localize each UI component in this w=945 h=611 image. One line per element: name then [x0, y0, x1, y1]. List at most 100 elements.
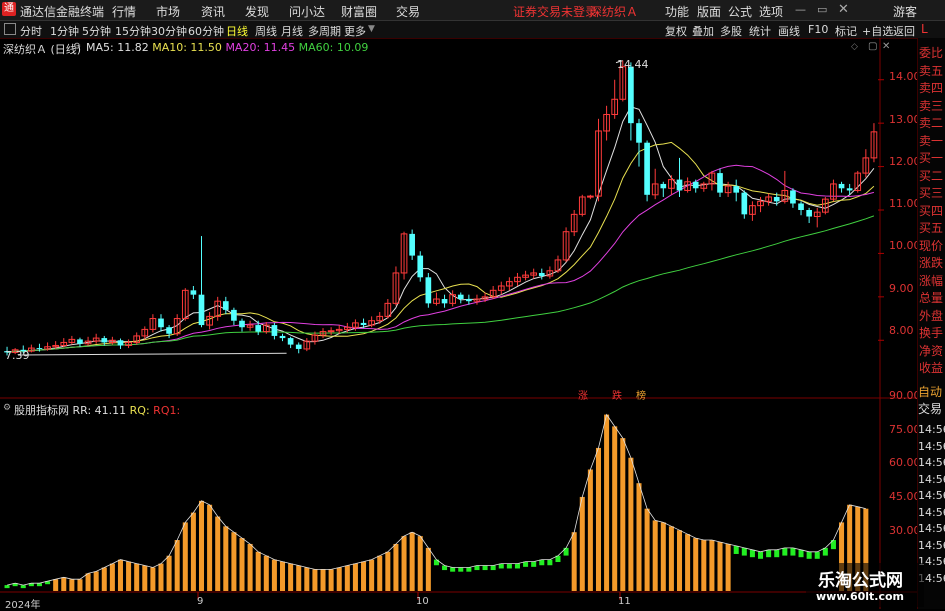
- candle-body: [457, 294, 464, 300]
- date-label: 11: [618, 596, 631, 607]
- tool-diejia[interactable]: 叠加: [692, 23, 714, 39]
- period-fenshi[interactable]: 分时: [20, 23, 42, 39]
- indicator-bar: [693, 538, 699, 591]
- marker-die[interactable]: 跌: [612, 387, 622, 402]
- quote-label-earnings: 收益: [919, 361, 944, 375]
- l-label: L: [921, 22, 928, 36]
- quote-label-outer: 外盘: [919, 308, 944, 323]
- guest-label[interactable]: 游客: [893, 3, 917, 20]
- tool-biaoji[interactable]: 标记: [835, 23, 857, 39]
- indicator-bar: [296, 565, 302, 591]
- indicator-bar: [571, 532, 577, 591]
- indicator-bar-green: [733, 545, 739, 554]
- candle-body: [733, 186, 740, 193]
- menu-item-hangqing[interactable]: 行情: [112, 3, 136, 20]
- menu-item-faxian[interactable]: 发现: [245, 3, 269, 20]
- indicator-bar: [215, 516, 221, 591]
- indicator-bar: [142, 565, 148, 591]
- indicator-bar: [401, 536, 407, 591]
- period-more[interactable]: 更多: [344, 23, 366, 39]
- indicator-bar: [385, 551, 391, 591]
- candle-body: [717, 173, 723, 193]
- price-tick: 13.00: [889, 113, 921, 126]
- indicator-bar-green: [547, 559, 553, 566]
- menu-options[interactable]: 选项: [759, 3, 783, 20]
- tick-time: 14:56: [918, 456, 945, 469]
- menu-item-wenxiaoda[interactable]: 问小达: [289, 3, 325, 20]
- candle-body: [287, 338, 294, 345]
- minimize-icon[interactable]: —: [795, 3, 806, 16]
- menu-item-zixun[interactable]: 资讯: [201, 3, 225, 20]
- indicator-bar: [117, 559, 123, 591]
- close-icon[interactable]: ✕: [838, 2, 849, 17]
- candle-body: [441, 299, 448, 304]
- trade-status: 证券交易未登录: [513, 5, 598, 19]
- period-5min[interactable]: 5分钟: [82, 23, 111, 39]
- menu-formula[interactable]: 公式: [728, 3, 752, 20]
- tool-f10[interactable]: F10: [808, 23, 828, 36]
- indicator-bar: [223, 526, 229, 591]
- indicator-rr: RR: 41.11: [72, 404, 127, 417]
- indicator-tick: 60.00: [889, 456, 921, 469]
- tool-tongji[interactable]: 统计: [749, 23, 771, 39]
- period-30min[interactable]: 30分钟: [151, 23, 187, 39]
- panel-toggle-icon[interactable]: [4, 23, 16, 35]
- quote-label-turnover: 换手: [919, 326, 944, 340]
- auto-trade-label[interactable]: 自动: [918, 384, 942, 401]
- indicator-line: [7, 413, 866, 586]
- indicator-bar: [174, 540, 180, 591]
- period-monthly[interactable]: 月线: [281, 23, 303, 39]
- period-multi[interactable]: 多周期: [308, 23, 341, 39]
- indicator-bar: [604, 414, 610, 591]
- candle-body: [846, 188, 853, 191]
- indicator-bar-green: [749, 549, 755, 558]
- indicator-bar-green: [790, 547, 796, 556]
- menu-item-jiaoyi[interactable]: 交易: [396, 3, 420, 20]
- indicator-bar: [417, 536, 423, 591]
- period-15min[interactable]: 15分钟: [115, 23, 151, 39]
- quote-panel-labels: 委比 卖五 卖四 卖三 卖二 卖一 买一 买二 买三 买四 买五 现价 涨跌 涨…: [919, 45, 943, 378]
- candle-body: [409, 233, 415, 256]
- chevron-down-icon[interactable]: ▼: [368, 24, 375, 34]
- candle-body: [117, 340, 124, 346]
- indicator-bar: [158, 563, 164, 591]
- tool-add-favorite[interactable]: +自选: [862, 23, 893, 39]
- tool-huaxian[interactable]: 画线: [778, 23, 800, 39]
- tool-back[interactable]: 返回: [893, 23, 915, 39]
- period-1min[interactable]: 1分钟: [50, 23, 79, 39]
- trade-label[interactable]: 交易: [918, 401, 942, 418]
- restore-icon[interactable]: ▭: [817, 3, 827, 16]
- indicator-bar: [93, 571, 99, 591]
- indicator-bar: [709, 540, 715, 591]
- candle-body: [77, 339, 83, 344]
- marker-bang[interactable]: 榜: [636, 387, 646, 402]
- menu-function[interactable]: 功能: [665, 3, 689, 20]
- menu-item-shichang[interactable]: 市场: [156, 3, 180, 20]
- period-weekly[interactable]: 周线: [255, 23, 277, 39]
- indicator-bar-green: [506, 563, 512, 569]
- period-daily[interactable]: 日线: [226, 23, 248, 39]
- indicator-bar: [361, 561, 367, 591]
- indicator-settings-icon[interactable]: ⚙: [3, 403, 11, 413]
- indicator-rq1: RQ1:: [153, 404, 181, 417]
- price-tick: 11.00: [889, 197, 921, 210]
- indicator-bar: [328, 569, 334, 591]
- indicator-bar: [725, 543, 731, 591]
- indicator-bar-green: [531, 561, 537, 567]
- indicator-bar: [425, 547, 431, 591]
- indicator-bar-green: [36, 583, 42, 587]
- candle-body: [271, 325, 278, 336]
- menu-item-caifuquan[interactable]: 财富圈: [341, 3, 377, 20]
- indicator-tick: 90.00: [889, 389, 921, 402]
- indicator-bar: [636, 483, 642, 591]
- indicator-bar-green: [482, 565, 488, 571]
- indicator-bar: [126, 561, 132, 591]
- indicator-bar: [336, 567, 342, 591]
- tool-duogu[interactable]: 多股: [720, 23, 742, 39]
- tool-fuquan[interactable]: 复权: [665, 23, 687, 39]
- period-60min[interactable]: 60分钟: [188, 23, 224, 39]
- candle-body: [239, 320, 245, 328]
- marker-zhang[interactable]: 涨: [578, 387, 588, 402]
- menu-layout[interactable]: 版面: [697, 3, 721, 20]
- indicator-bar-green: [798, 549, 804, 558]
